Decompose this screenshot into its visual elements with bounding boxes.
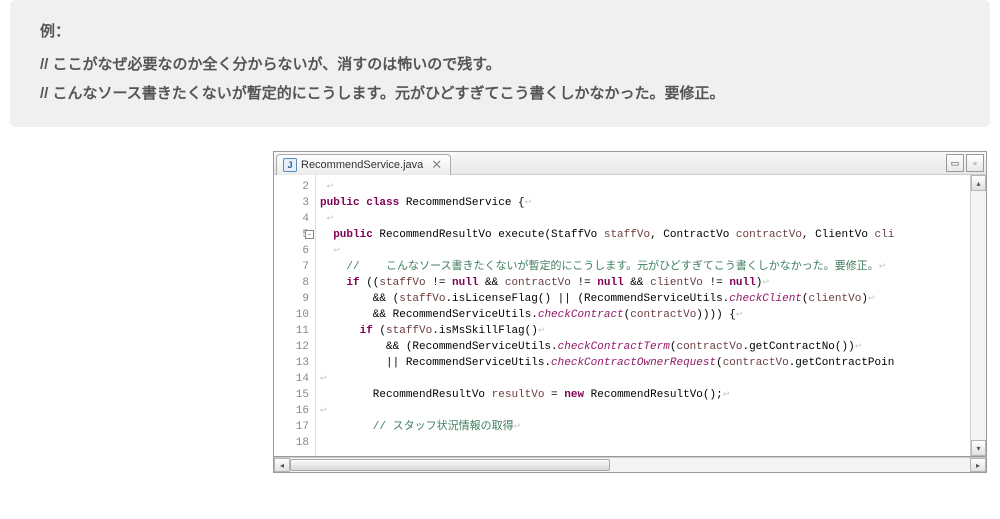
editor-tab[interactable]: J RecommendService.java ✕ [276,154,451,175]
scroll-thumb[interactable] [290,459,610,471]
line-number: 16 [274,403,309,419]
code-line: // こんなソース書きたくないが暫定的にこうします。元がひどすぎてこう書くしかな… [320,259,970,275]
code-line: ↩ [320,179,970,195]
line-number: 12 [274,339,309,355]
line-number: 3 [274,195,309,211]
example-label: 例： [40,20,960,41]
scroll-right-icon[interactable]: ▸ [970,458,986,472]
java-file-icon: J [283,158,297,172]
line-number: 8 [274,275,309,291]
line-number: 5– [274,227,309,243]
code-line: ↩ [320,243,970,259]
fold-marker-icon[interactable]: – [305,230,314,239]
code-editor: J RecommendService.java ✕ ▭ ▫ 2 3 4 5– 6… [273,151,987,473]
line-number: 11 [274,323,309,339]
code-line: if ((staffVo != null && contractVo != nu… [320,275,970,291]
code-line [320,435,970,451]
example-box: 例： // ここがなぜ必要なのか全く分からないが、消すのは怖いので残す。 // … [10,0,990,127]
code-line: && RecommendServiceUtils.checkContract(c… [320,307,970,323]
scroll-left-icon[interactable]: ◂ [274,458,290,472]
line-number: 10 [274,307,309,323]
line-number: 17 [274,419,309,435]
code-line: // スタッフ状況情報の取得↩ [320,419,970,435]
line-number: 14 [274,371,309,387]
vertical-scrollbar[interactable]: ▴ ▾ [970,175,986,456]
line-number: 6 [274,243,309,259]
line-number: 4 [274,211,309,227]
tab-filename: RecommendService.java [301,159,423,171]
code-line: ↩ [320,211,970,227]
code-line: ↩ [320,371,970,387]
line-number: 18 [274,435,309,451]
editor-body: 2 3 4 5– 6 7 8 9 10 11 12 13 14 15 16 17… [273,175,987,457]
maximize-icon[interactable]: ▫ [966,154,984,172]
tab-bar: J RecommendService.java ✕ ▭ ▫ [273,151,987,175]
code-line: if (staffVo.isMsSkillFlag()↩ [320,323,970,339]
line-number: 2 [274,179,309,195]
line-number: 9 [274,291,309,307]
line-number-gutter: 2 3 4 5– 6 7 8 9 10 11 12 13 14 15 16 17… [274,175,316,456]
scroll-down-icon[interactable]: ▾ [971,440,986,456]
scroll-track[interactable] [290,458,970,472]
code-line: public class RecommendService {↩ [320,195,970,211]
minimize-icon[interactable]: ▭ [946,154,964,172]
code-line: && (staffVo.isLicenseFlag() || (Recommen… [320,291,970,307]
code-line: || RecommendServiceUtils.checkContractOw… [320,355,970,371]
scroll-track[interactable] [971,191,986,440]
code-line: RecommendResultVo resultVo = new Recomme… [320,387,970,403]
close-icon[interactable]: ✕ [431,157,442,173]
line-number: 13 [274,355,309,371]
scroll-up-icon[interactable]: ▴ [971,175,986,191]
line-number: 7 [274,259,309,275]
code-line: public RecommendResultVo execute(StaffVo… [320,227,970,243]
code-line: && (RecommendServiceUtils.checkContractT… [320,339,970,355]
example-line-1: // ここがなぜ必要なのか全く分からないが、消すのは怖いので残す。 [40,49,960,78]
code-line: ↩ [320,403,970,419]
example-line-2: // こんなソース書きたくないが暫定的にこうします。元がひどすぎてこう書くしかな… [40,78,960,107]
horizontal-scrollbar[interactable]: ◂ ▸ [273,457,987,473]
tab-controls: ▭ ▫ [944,154,984,172]
line-number: 15 [274,387,309,403]
code-area[interactable]: ↩ public class RecommendService {↩ ↩ pub… [316,175,970,456]
